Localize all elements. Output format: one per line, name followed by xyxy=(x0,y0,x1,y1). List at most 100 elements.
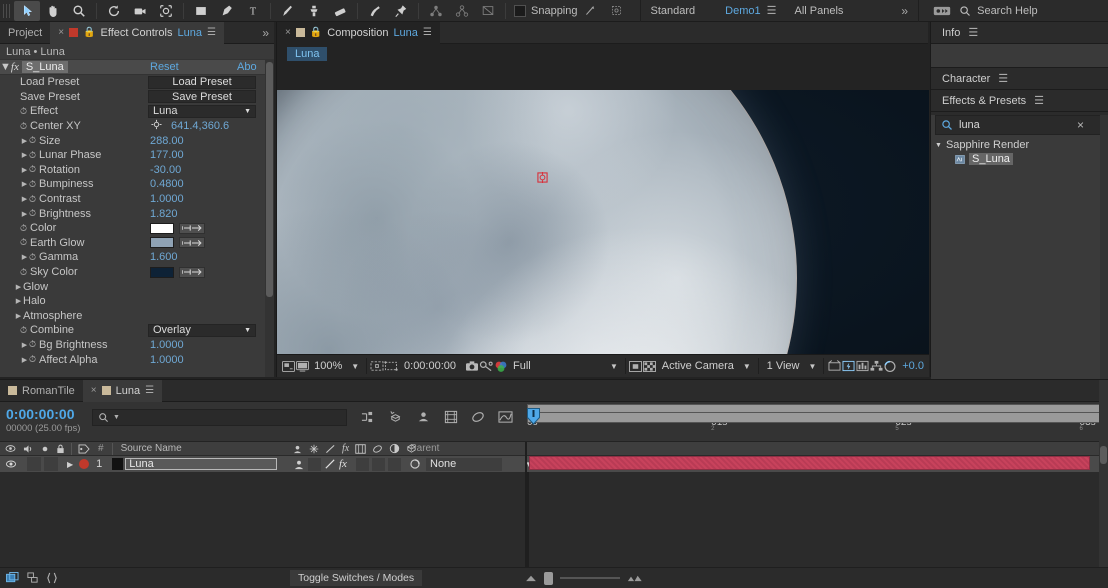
param-value[interactable]: -30.00 xyxy=(150,164,181,176)
timeline-graph-area[interactable] xyxy=(0,472,1108,568)
layer-label-color[interactable] xyxy=(79,459,89,469)
search-help[interactable]: Search Help xyxy=(959,5,1038,17)
eraser-tool-icon[interactable] xyxy=(327,1,353,21)
effects-switch-icon[interactable]: fx xyxy=(342,443,349,454)
current-time-indicator[interactable] xyxy=(527,408,540,424)
snap-arrow-icon[interactable] xyxy=(578,1,604,21)
adjustment-toggle[interactable] xyxy=(388,458,401,471)
workspace-menu-icon[interactable]: ☰ xyxy=(767,4,777,17)
param-button[interactable]: Save Preset xyxy=(148,90,256,103)
exposure-value[interactable]: +0.0 xyxy=(897,360,929,372)
param-twirl-icon[interactable]: ▶ xyxy=(14,297,23,305)
fast-previews-icon[interactable] xyxy=(841,358,855,375)
show-snapshot-icon[interactable] xyxy=(479,358,494,375)
param-twirl-icon[interactable]: ▶ xyxy=(14,312,23,320)
selection-tool-icon[interactable] xyxy=(14,1,40,21)
chevron-down-icon[interactable]: ▼ xyxy=(244,108,251,115)
timeline-vertical-scrollbar[interactable] xyxy=(1099,380,1108,567)
effect-center-point-icon[interactable] xyxy=(537,172,548,183)
composition-mini-flowchart-icon[interactable] xyxy=(360,411,375,427)
panel-menu-icon[interactable]: ☰ xyxy=(998,72,1008,85)
toolbar-grip[interactable] xyxy=(3,4,12,18)
timeline-jump-icon[interactable] xyxy=(855,358,869,375)
layer-twirl-icon[interactable]: ▶ xyxy=(67,460,73,469)
roto-brush-tool-icon[interactable] xyxy=(362,1,388,21)
timeline-zoom-slider[interactable] xyxy=(525,572,643,585)
effects-toggle[interactable]: fx xyxy=(339,458,347,470)
video-visibility-icon[interactable] xyxy=(5,444,16,453)
search-chevron-down-icon[interactable]: ▼ xyxy=(113,414,120,421)
frame-blend-switch-icon[interactable] xyxy=(355,444,366,454)
param-button[interactable]: Load Preset xyxy=(148,76,256,89)
effect-param-row[interactable]: Save PresetSave Preset xyxy=(0,90,274,105)
effect-param-row[interactable]: ⏱CombineOverlay▼ xyxy=(0,323,274,338)
close-icon[interactable]: × xyxy=(58,27,64,38)
toggle-mask-paths-icon[interactable] xyxy=(384,358,398,375)
region-of-interest-icon[interactable] xyxy=(370,358,384,375)
text-tool-icon[interactable]: T xyxy=(240,1,266,21)
breadcrumb-comp-chip[interactable]: Luna xyxy=(287,47,327,61)
chevron-down-icon[interactable]: ▼ xyxy=(244,327,251,334)
stopwatch-icon[interactable]: ⏱ xyxy=(20,223,27,234)
reset-button[interactable]: Reset xyxy=(150,61,179,73)
transparency-checker-icon[interactable] xyxy=(643,358,657,375)
pen-tool-icon[interactable] xyxy=(214,1,240,21)
adobe-exchange-icon[interactable] xyxy=(929,1,955,21)
video-visibility-toggle[interactable] xyxy=(5,459,17,469)
tab-composition[interactable]: × 🔒 Composition Luna ☰ xyxy=(277,22,440,44)
main-viewer-icon[interactable] xyxy=(295,358,309,375)
always-preview-this-view-icon[interactable] xyxy=(281,358,295,375)
magnification-value[interactable]: 100% xyxy=(309,360,347,372)
param-value[interactable]: 1.820 xyxy=(150,208,178,220)
brush-tool-icon[interactable] xyxy=(275,1,301,21)
puppet-mesh-tool-icon[interactable] xyxy=(475,1,501,21)
clone-stamp-tool-icon[interactable] xyxy=(301,1,327,21)
param-twirl-icon[interactable]: ▶ xyxy=(20,166,29,174)
param-twirl-icon[interactable]: ▶ xyxy=(20,195,29,203)
param-twirl-icon[interactable]: ▶ xyxy=(20,151,29,159)
timeline-timecode[interactable]: 0:00:00:00 xyxy=(6,406,75,422)
audio-toggle[interactable] xyxy=(27,457,41,471)
effect-param-row[interactable]: ▶⏱Rotation-30.00 xyxy=(0,163,274,178)
effect-param-row[interactable]: Load PresetLoad Preset xyxy=(0,75,274,90)
workspace-standard[interactable]: Standard xyxy=(651,5,696,17)
eyedropper-icon[interactable] xyxy=(179,237,205,248)
table-row[interactable]: ▶ 1 Luna fx None ▼ xyxy=(0,456,1108,472)
motion-blur-switch-icon[interactable] xyxy=(372,444,383,454)
effect-param-row[interactable]: ▶⏱Brightness1.820 xyxy=(0,206,274,221)
solo-icon[interactable] xyxy=(41,445,49,453)
close-icon[interactable]: × xyxy=(91,385,97,396)
param-twirl-icon[interactable]: ▶ xyxy=(20,137,29,145)
effects-group-sapphire-render[interactable]: ▼ Sapphire Render xyxy=(935,138,1108,152)
effect-param-row[interactable]: ▶Atmosphere xyxy=(0,309,274,324)
collapse-transformations-icon[interactable] xyxy=(309,444,319,454)
panel-menu-icon[interactable]: ☰ xyxy=(145,385,154,396)
resolution-value[interactable]: Full xyxy=(508,360,570,372)
solo-toggle[interactable] xyxy=(44,457,58,471)
tab-luna[interactable]: × Luna ☰ xyxy=(83,380,162,402)
effect-param-row[interactable]: ▶⏱Contrast1.0000 xyxy=(0,192,274,207)
pan-behind-anchor-tool-icon[interactable] xyxy=(153,1,179,21)
param-dropdown[interactable]: Overlay▼ xyxy=(148,324,256,337)
zoom-slider-knob[interactable] xyxy=(544,572,553,585)
left-panel-overflow-icon[interactable]: » xyxy=(262,26,274,40)
timeline-search-input[interactable] xyxy=(124,412,344,424)
color-swatch[interactable] xyxy=(150,237,174,248)
draft-3d-icon[interactable] xyxy=(388,410,403,427)
hide-shy-footer-icon[interactable] xyxy=(46,572,58,584)
param-dropdown[interactable]: Luna▼ xyxy=(148,105,256,118)
param-value[interactable]: 0.4800 xyxy=(150,178,184,190)
exposure-reset-icon[interactable] xyxy=(883,358,897,375)
take-snapshot-camera-icon[interactable] xyxy=(465,358,479,375)
effect-param-row[interactable]: ▶⏱Affect Alpha1.0000 xyxy=(0,352,274,367)
panel-menu-icon[interactable]: ☰ xyxy=(207,27,216,38)
effect-param-row[interactable]: ▶⏱Size288.00 xyxy=(0,133,274,148)
stopwatch-icon[interactable]: ⏱ xyxy=(20,325,27,336)
workspace-demo1[interactable]: Demo1 xyxy=(725,5,760,17)
effects-item-s-luna[interactable]: S_Luna xyxy=(955,152,1108,166)
snapping-toggle[interactable]: Snapping xyxy=(510,5,578,17)
point-picker-icon[interactable] xyxy=(150,119,163,133)
snapping-checkbox[interactable] xyxy=(514,5,526,17)
about-button[interactable]: Abo xyxy=(237,61,257,73)
effect-controls-scrollbar[interactable] xyxy=(265,60,274,377)
